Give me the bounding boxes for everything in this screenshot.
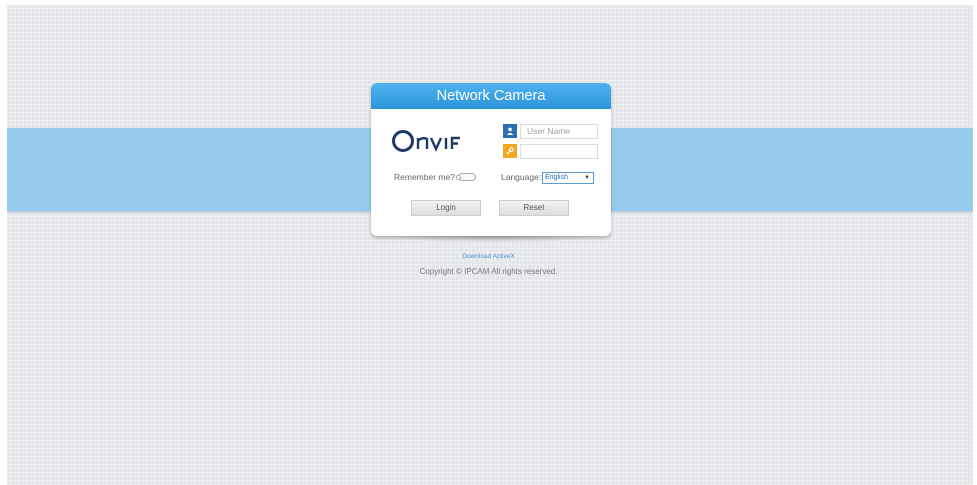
username-input[interactable]: User Name [520, 124, 598, 139]
key-icon [503, 144, 517, 158]
language-select[interactable]: English ▼ [542, 172, 594, 184]
copyright-text: Copyright © IPCAM All rights reserved. [419, 267, 558, 276]
download-activex-link[interactable]: Download ActiveX [0, 253, 977, 260]
chevron-down-icon: ▼ [584, 175, 590, 181]
language-label: Language: [501, 172, 542, 182]
login-card: Network Camera User Name Remember me? La… [371, 83, 611, 236]
remember-me-label: Remember me? [394, 172, 455, 182]
reset-button[interactable]: Reset [499, 200, 569, 216]
onvif-logo [392, 129, 474, 160]
login-button[interactable]: Login [411, 200, 481, 216]
card-title: Network Camera [371, 83, 611, 109]
language-selected-value: English [545, 174, 568, 181]
password-input[interactable] [520, 144, 598, 159]
user-icon [503, 124, 517, 138]
remember-me-toggle[interactable] [456, 173, 476, 181]
page-background [7, 5, 973, 485]
